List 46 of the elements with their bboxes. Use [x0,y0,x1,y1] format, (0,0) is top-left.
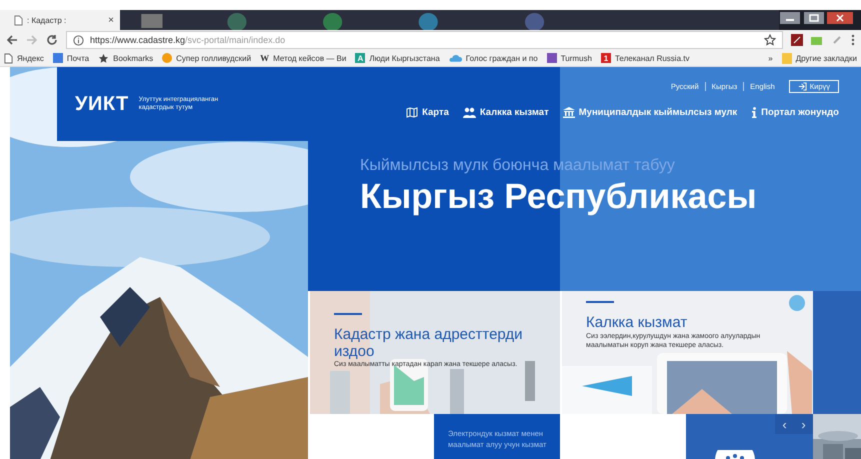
bookmark-item[interactable]: Яндекс [4,52,44,64]
bookmark-item[interactable]: W Метод кейсов — Ви [260,53,346,63]
maximize-icon[interactable] [803,12,825,24]
letter-icon: 1 [600,53,611,63]
tab-title: : Кадастр : [27,16,68,24]
folder-icon [782,52,792,64]
info-icon [73,34,84,46]
info-icon [751,107,758,118]
letter-icon: A [355,53,366,63]
menu-icon[interactable] [851,34,855,46]
nav-link[interactable]: Калкка кызмат [462,107,549,118]
card-title[interactable]: Кадастр жана адресттерди издоо [334,327,550,360]
letter-icon: W [260,53,270,63]
nav-link[interactable]: Портал жонундо [751,107,839,118]
cloud-icon [448,53,462,63]
hero-subtitle: Кыймылсыз мулк боюнча маалымат табуу [360,157,676,175]
close-tab-button[interactable]: × [108,14,114,26]
page-icon [14,14,23,26]
back-icon[interactable] [6,34,18,46]
site-logo[interactable]: УИКТ [75,92,129,116]
bookmark-item[interactable]: Супер голливудский [162,53,252,63]
hero-title: Кыргыз Республикасы [360,177,758,217]
reload-icon[interactable] [46,34,58,46]
star-icon [98,52,110,64]
next-button[interactable]: › [794,414,813,434]
bookmark-item[interactable]: A Люди Кыргызстана [355,53,440,63]
other-bookmarks-item[interactable]: Другие закладки [782,52,857,64]
browser-tab[interactable]: : Кадастр : × [0,10,120,30]
bookmark-item[interactable]: Почта [52,53,90,63]
close-icon[interactable] [827,12,853,24]
bookmark-item[interactable]: 1 Телеканал Russia.tv [600,53,690,63]
bookmark-item[interactable]: Голос граждан и по [448,53,538,63]
nav-link[interactable]: Муниципалдык кыймылсыз мулк [562,107,738,118]
bookmark-star-icon[interactable] [764,34,776,46]
bookmark-item[interactable]: Bookmarks [98,52,154,64]
building-icon [562,107,575,118]
minimize-icon[interactable] [779,12,801,24]
login-icon [798,82,807,91]
nav-link[interactable]: Карта [406,107,449,118]
map-icon [406,107,418,118]
bookmark-item[interactable]: Turmush [546,53,592,63]
page-icon [4,52,13,64]
more-bookmarks-button[interactable]: » [768,54,773,62]
accent-line [334,313,362,315]
address-field[interactable]: https://www.cadastre.kg/svc-portal/main/index.do [66,31,783,49]
previous-button[interactable]: ‹ [775,414,794,434]
